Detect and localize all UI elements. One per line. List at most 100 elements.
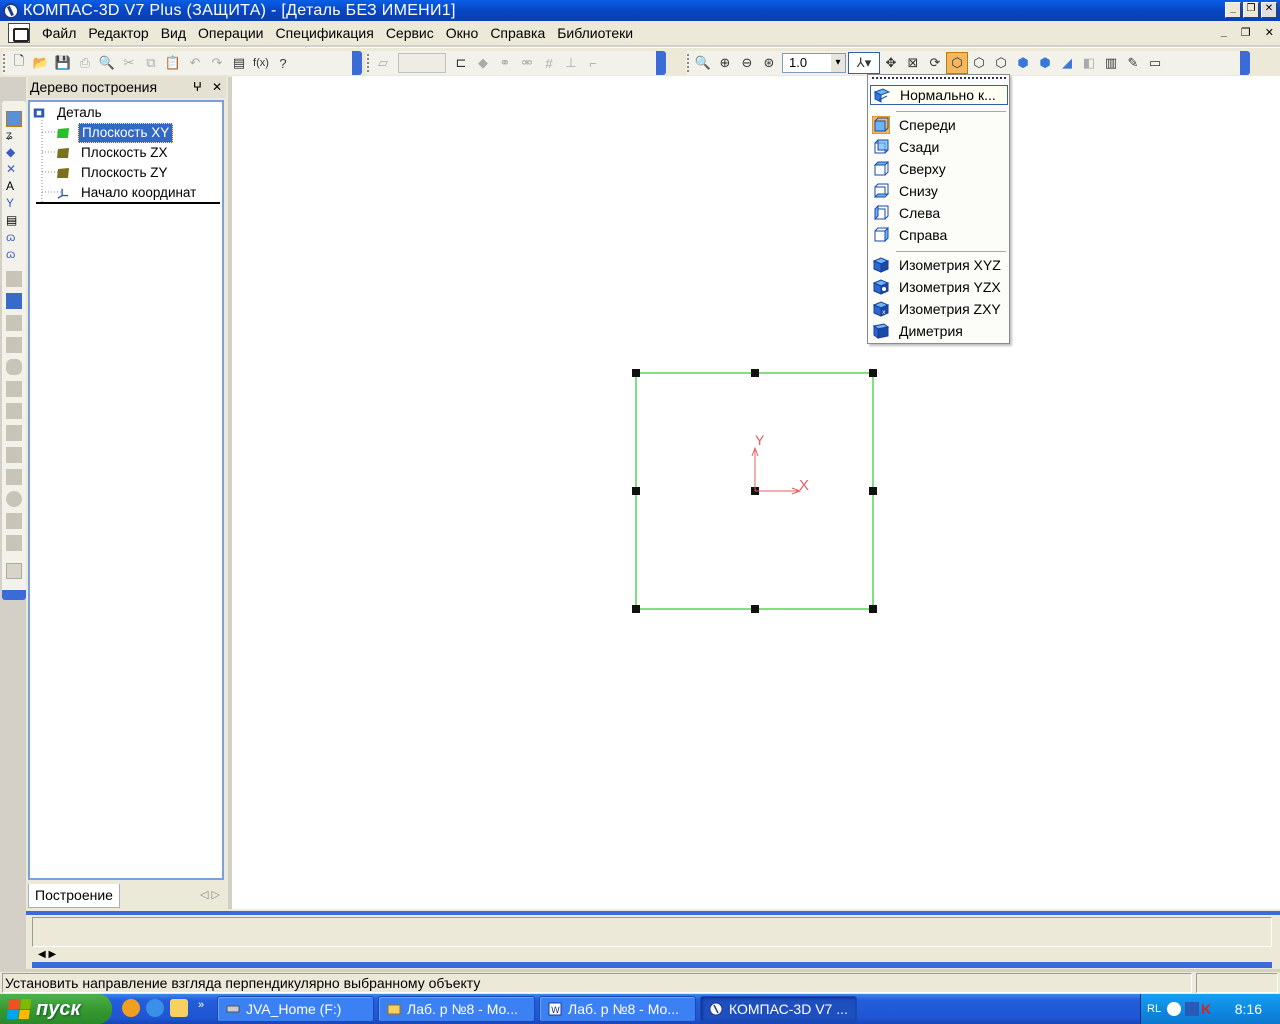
undo-icon[interactable]: ↶ (184, 52, 206, 74)
open-folder-icon[interactable]: 📂 (30, 52, 52, 74)
measure-icon[interactable]: A (6, 179, 22, 195)
zoom-in-icon[interactable]: ⊕ (714, 52, 736, 74)
report-icon[interactable]: ɷ (6, 230, 22, 246)
tab-build[interactable]: Построение (28, 884, 120, 908)
library-icon[interactable]: ɷ (6, 247, 22, 263)
menu-operations[interactable]: Операции (192, 25, 270, 41)
close-button[interactable]: ✕ (1261, 2, 1277, 18)
tree-item-plane-zx[interactable]: Плоскость ZX (56, 144, 171, 162)
menu-help[interactable]: Справка (484, 25, 551, 41)
tray-antivirus-icon[interactable]: K (1201, 1001, 1211, 1017)
start-button[interactable]: пуск (0, 994, 112, 1024)
doc-close-button[interactable]: ✕ (1265, 26, 1274, 39)
menu-file[interactable]: Файл (36, 25, 82, 41)
formula-icon[interactable]: f(x) (250, 52, 272, 74)
tab-scroll-arrows[interactable]: ◁ ▷ (200, 888, 220, 901)
model-viewport[interactable]: Y X (232, 76, 1280, 909)
rotate-icon[interactable]: ⟳ (924, 52, 946, 74)
print-icon[interactable]: ⎙ (74, 52, 96, 74)
print-preview-icon[interactable]: 🔍 (96, 52, 118, 74)
menu-libraries[interactable]: Библиотеки (551, 25, 639, 41)
hole-icon[interactable] (6, 491, 22, 507)
task-button-kompas[interactable]: КОМПАС-3D V7 ... (700, 996, 857, 1022)
menu-specification[interactable]: Спецификация (270, 25, 380, 41)
filter-icon[interactable]: Y (6, 196, 22, 212)
properties-icon[interactable]: ▥ (1100, 52, 1122, 74)
shade-icon[interactable]: ◆ (472, 52, 494, 74)
auxiliary-geometry-icon[interactable]: ◆ (6, 145, 22, 161)
menu-item-bottom[interactable]: Снизу (870, 181, 1008, 201)
grid-icon[interactable]: # (538, 52, 560, 74)
chamfer-icon[interactable] (6, 469, 22, 485)
pin-icon[interactable]: ⵖ (193, 80, 202, 94)
menu-item-iso-yzx[interactable]: Изометрия YZX (870, 277, 1008, 297)
menu-grip[interactable] (872, 77, 1006, 80)
tray-expand-icon[interactable] (1167, 1002, 1182, 1016)
cut-kinematic-icon[interactable] (6, 403, 22, 419)
panel-close-icon[interactable]: ✕ (212, 80, 222, 94)
paste-icon[interactable]: 📋 (162, 52, 184, 74)
edit-tool-icon[interactable]: ✎ (1122, 52, 1144, 74)
tree-item-origin[interactable]: Начало координат (56, 184, 199, 202)
menu-window[interactable]: Окно (440, 25, 485, 41)
zoom-window-icon[interactable]: 🔍 (692, 52, 714, 74)
doc-minimize-button[interactable]: _ (1221, 26, 1227, 39)
menu-editor[interactable]: Редактор (82, 25, 154, 41)
minimize-button[interactable]: _ (1225, 2, 1241, 18)
local-cs-icon[interactable]: ⊥ (560, 52, 582, 74)
kompas-app-icon[interactable] (3, 2, 19, 19)
quick-launch-app-icon[interactable] (122, 999, 140, 1017)
menu-service[interactable]: Сервис (380, 25, 440, 41)
dimensions-icon[interactable]: ✕ (6, 162, 22, 178)
task-button-word[interactable]: W Лаб. р №8 - Мо... (539, 996, 696, 1022)
operations-panel-icon[interactable] (6, 111, 22, 127)
language-indicator[interactable]: RL (1147, 1003, 1161, 1015)
shaded-icon[interactable]: ⬢ (1034, 52, 1056, 74)
cut-extrude-icon[interactable] (6, 359, 22, 375)
display-icon[interactable]: ▭ (1144, 52, 1166, 74)
menu-item-iso-zxy[interactable]: x Изометрия ZXY (870, 299, 1008, 319)
cut-icon[interactable]: ✂ (118, 52, 140, 74)
wireframe-icon[interactable]: ⬡ (946, 52, 968, 74)
specification-icon[interactable]: ▤ (6, 213, 22, 229)
orientation-dropdown-icon[interactable]: ⅄▾ (848, 52, 880, 74)
internet-explorer-icon[interactable] (146, 999, 164, 1017)
tree-item-plane-xy[interactable]: Плоскость XY (56, 123, 174, 143)
command-input-area[interactable] (32, 917, 1272, 947)
rib-icon[interactable] (6, 513, 22, 529)
menu-item-front[interactable]: Спереди (870, 115, 1008, 135)
zoom-scale-input[interactable]: 1.0 (782, 53, 846, 73)
perspective-icon[interactable]: ◢ (1056, 52, 1078, 74)
tree-item-plane-zy[interactable]: Плоскость ZY (56, 164, 171, 182)
panel-scrollbar[interactable] (32, 962, 1272, 968)
save-icon[interactable]: 💾 (52, 52, 74, 74)
restore-button[interactable]: ❐ (1243, 2, 1259, 18)
copy-icon[interactable]: ⧉ (140, 52, 162, 74)
unlink-icon[interactable]: ⚮ (516, 52, 538, 74)
state-combo[interactable] (398, 53, 446, 73)
link-icon[interactable]: ⚭ (494, 52, 516, 74)
document-menu-icon[interactable] (8, 23, 30, 43)
rotate-body-icon[interactable] (6, 293, 22, 309)
task-button-folder[interactable]: Лаб. р №8 - Мо... (378, 996, 535, 1022)
section-icon[interactable]: ◧ (1078, 52, 1100, 74)
new-document-icon[interactable]: 🗋 (8, 52, 30, 74)
kinematic-icon[interactable] (6, 315, 22, 331)
menu-item-left[interactable]: Слева (870, 203, 1008, 223)
zoom-scale-icon[interactable]: ⊛ (758, 52, 780, 74)
menu-item-back[interactable]: Сзади (870, 137, 1008, 157)
task-button-drive[interactable]: JVA_Home (F:) (217, 996, 374, 1022)
loft-icon[interactable] (6, 337, 22, 353)
menu-item-iso-xyz[interactable]: Изометрия XYZ (870, 255, 1008, 275)
extrude-icon[interactable] (6, 271, 22, 287)
fillet-icon[interactable] (6, 447, 22, 463)
doc-restore-button[interactable]: ❐ (1241, 26, 1251, 39)
menu-item-right[interactable]: Справа (870, 225, 1008, 245)
tray-network-icon[interactable] (1185, 1002, 1200, 1016)
sketch-icon[interactable]: ⊏ (450, 52, 472, 74)
zoom-out-icon[interactable]: ⊖ (736, 52, 758, 74)
show-all-icon[interactable]: ⊠ (902, 52, 924, 74)
quick-launch-more-icon[interactable]: » (198, 999, 204, 1017)
cut-loft-icon[interactable] (6, 425, 22, 441)
hidden-lines-icon[interactable]: ⬡ (968, 52, 990, 74)
